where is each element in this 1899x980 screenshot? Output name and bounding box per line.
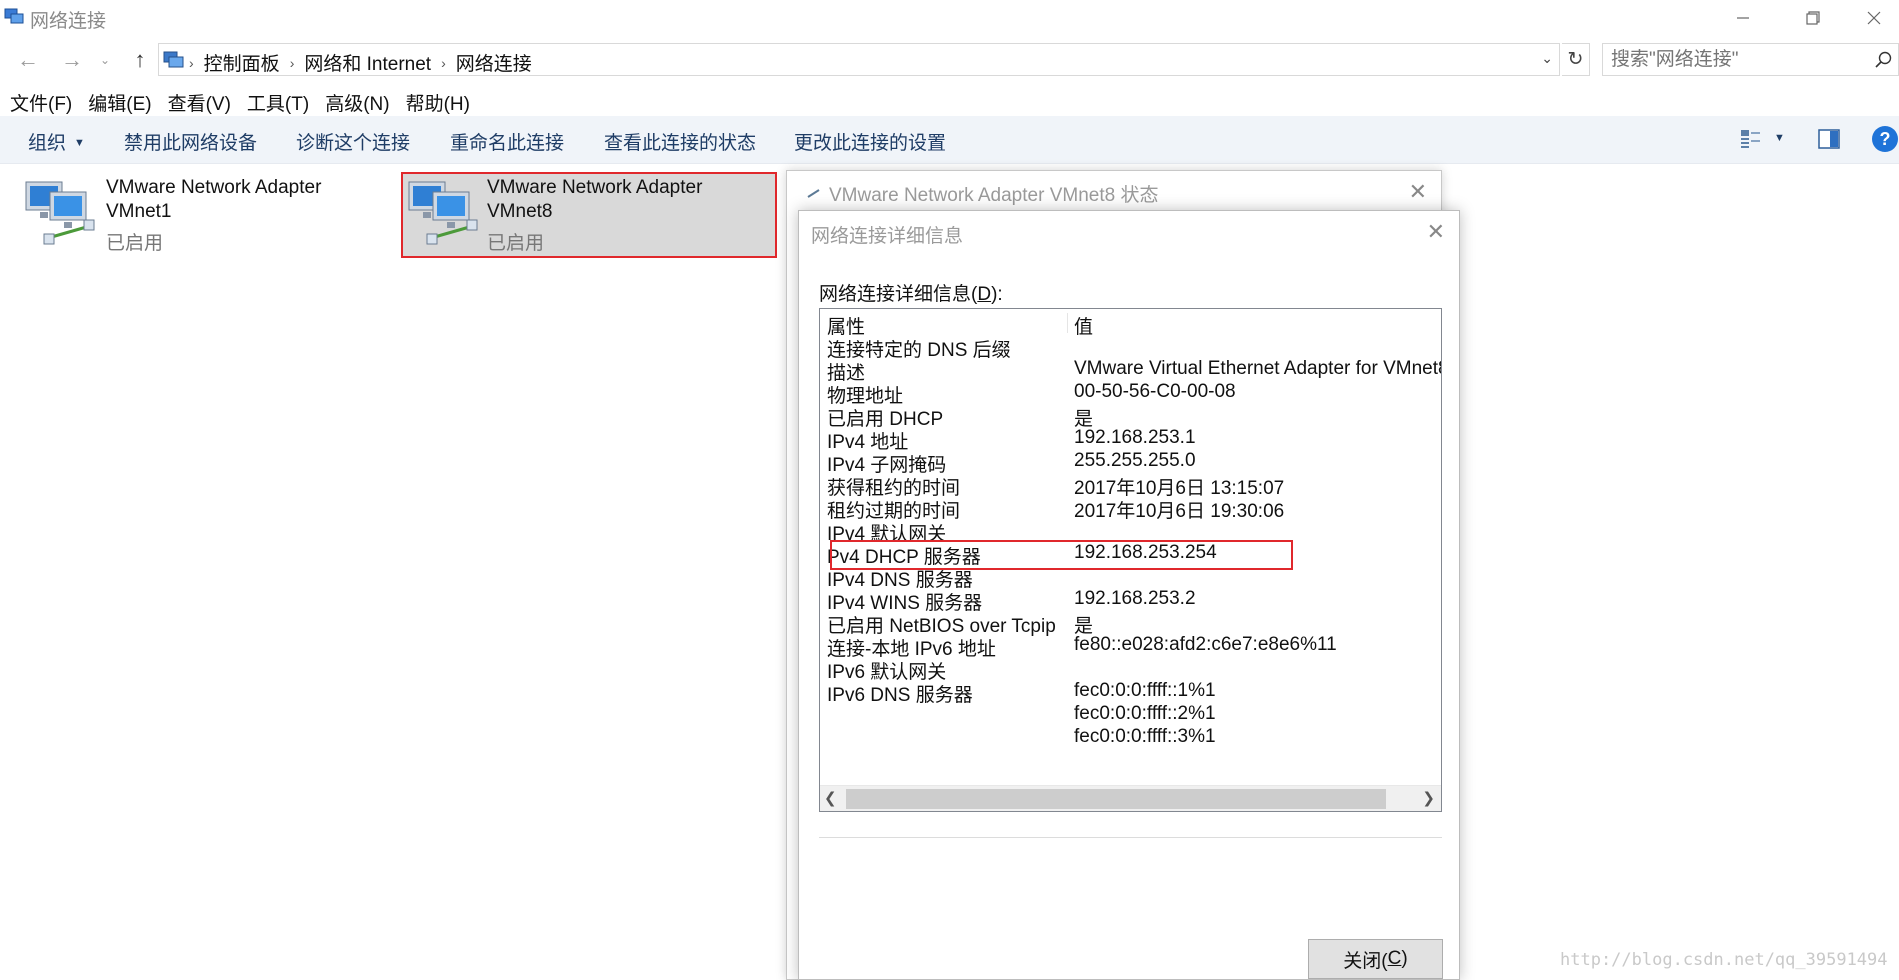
address-bar[interactable]: › 控制面板 › 网络和 Internet › 网络连接 ⌄ [158,43,1560,76]
details-list-label: 网络连接详细信息(D): [819,279,1003,306]
row-value: 00-50-56-C0-00-08 [1074,381,1236,402]
arrow-right-icon: → [61,47,83,72]
arrow-up-icon: ↑ [134,47,146,72]
menu-tools[interactable]: 工具(T) [239,86,317,116]
breadcrumb-separator: › [441,54,446,71]
details-label-prefix: 网络连接详细信息( [819,284,978,305]
close-window-button[interactable] [1848,0,1899,36]
breadcrumb-separator: › [189,54,194,71]
column-divider[interactable] [1067,313,1068,333]
diagnose-connection-button[interactable]: 诊断这个连接 [296,128,410,155]
close-label-prefix: 关闭( [1343,950,1388,972]
network-adapter-icon [25,181,95,245]
close-label-accesskey: C [1387,948,1402,969]
restore-icon [1806,11,1820,25]
close-button[interactable]: 关闭(C) [1308,939,1443,979]
minimize-button[interactable] [1708,0,1778,36]
row-value: 255.255.255.0 [1074,450,1196,471]
details-label-suffix: ): [991,284,1003,305]
organize-button[interactable]: 组织 ▼ [28,128,85,155]
disable-device-button[interactable]: 禁用此网络设备 [124,128,257,155]
title-bar: 网络连接 [0,0,1899,38]
search-box[interactable] [1602,43,1899,76]
details-row[interactable]: fec0:0:0:ffff::3%1 [820,723,1441,751]
menu-bar: 文件(F) 编辑(E) 查看(V) 工具(T) 高级(N) 帮助(H) [0,86,478,118]
row-value: fec0:0:0:ffff::1%1 [1074,680,1216,701]
dhcp-highlight-box [830,540,1293,570]
details-dialog-close-icon[interactable]: ✕ [1427,219,1445,245]
row-value: fec0:0:0:ffff::3%1 [1074,726,1216,747]
refresh-button[interactable]: ↻ [1562,43,1590,76]
menu-advanced[interactable]: 高级(N) [317,86,397,116]
caret-down-icon: ▼ [74,137,85,149]
row-value: 192.168.253.2 [1074,588,1196,609]
scroll-right-icon[interactable]: ❯ [1422,789,1435,807]
control-panel-icon [163,51,184,68]
refresh-icon: ↻ [1567,49,1584,70]
scrollbar-thumb[interactable] [846,789,1386,809]
breadcrumb-network-connections[interactable]: 网络连接 [456,49,532,76]
adapter-state: 已启用 [106,233,164,254]
adapter-name-line2: VMnet1 [106,201,172,222]
organize-label: 组织 [28,133,67,154]
address-dropdown-icon[interactable]: ⌄ [1541,50,1553,67]
close-label-suffix: ) [1401,948,1408,969]
scroll-left-icon[interactable]: ❮ [824,789,837,807]
row-value: fe80::e028:afd2:c6e7:e8e6%11 [1074,634,1337,655]
help-button[interactable]: ? [1872,126,1898,152]
adapter-name-line1: VMware Network Adapter [106,177,322,198]
adapter-name-line2: VMnet8 [487,201,553,222]
address-row: ← → ⌄ ↑ › 控制面板 › 网络和 Internet › 网络连接 ⌄ ↻ [0,40,1899,80]
adapter-name: VMware Network Adapter VMnet1 [106,176,376,224]
adapter-name-line1: VMware Network Adapter [487,177,703,198]
view-status-button[interactable]: 查看此连接的状态 [604,128,756,155]
network-connections-icon [4,8,24,24]
watermark: http://blog.csdn.net/qq_39591494 [1560,950,1888,970]
status-dialog-title: VMware Network Adapter VMnet8 状态 [829,185,1159,206]
menu-file[interactable]: 文件(F) [0,86,80,116]
recent-locations-button[interactable]: ⌄ [96,44,114,76]
menu-help[interactable]: 帮助(H) [398,86,478,116]
up-button[interactable]: ↑ [124,44,156,76]
horizontal-scrollbar[interactable]: ❮ ❯ [820,785,1441,811]
adapter-item-vmnet1[interactable]: VMware Network Adapter VMnet1 已启用 [18,172,393,258]
network-adapter-small-icon [807,189,820,198]
details-dialog: 网络连接详细信息 ✕ 网络连接详细信息(D): 属性 值 连接特定的 DNS 后… [798,210,1460,980]
row-value: fec0:0:0:ffff::2%1 [1074,703,1216,724]
forward-button[interactable]: → [56,44,88,76]
details-list[interactable]: 属性 值 连接特定的 DNS 后缀 描述 VMware Virtual Ether… [819,308,1442,812]
change-settings-button[interactable]: 更改此连接的设置 [794,128,946,155]
menu-view[interactable]: 查看(V) [160,86,239,116]
details-label-accesskey: D [977,284,992,305]
row-value: 192.168.253.1 [1074,427,1196,448]
breadcrumb: › 控制面板 › 网络和 Internet › 网络连接 [189,49,532,76]
restore-button[interactable] [1778,0,1848,36]
adapter-state: 已启用 [487,233,545,254]
view-options-caret-icon[interactable]: ▼ [1774,132,1785,144]
back-button[interactable]: ← [12,44,44,76]
search-input[interactable] [1611,48,1861,72]
adapter-item-vmnet8[interactable]: VMware Network Adapter VMnet8 已启用 [401,172,777,258]
status-dialog-close-button[interactable]: ✕ [1409,179,1427,205]
row-value: VMware Virtual Ethernet Adapter for VMne… [1074,358,1442,379]
search-icon[interactable] [1874,50,1894,70]
rename-connection-button[interactable]: 重命名此连接 [450,128,564,155]
close-icon [1867,11,1880,25]
view-options-icon[interactable] [1740,128,1762,152]
minimize-icon [1737,17,1749,19]
dialog-divider [819,837,1442,838]
chevron-down-icon: ⌄ [99,53,111,67]
details-dialog-title: 网络连接详细信息 [811,226,964,247]
adapter-name: VMware Network Adapter VMnet8 [487,176,757,224]
network-adapter-icon [408,181,478,245]
breadcrumb-separator: › [289,54,295,71]
command-bar: 组织 ▼ 禁用此网络设备 诊断这个连接 重命名此连接 查看此连接的状态 更改此连接… [0,116,1899,164]
breadcrumb-control-panel[interactable]: 控制面板 [204,49,280,76]
arrow-left-icon: ← [17,47,39,72]
breadcrumb-network-internet[interactable]: 网络和 Internet [304,49,431,76]
preview-pane-icon[interactable] [1818,129,1840,149]
window-title: 网络连接 [30,11,107,32]
menu-edit[interactable]: 编辑(E) [80,86,159,116]
